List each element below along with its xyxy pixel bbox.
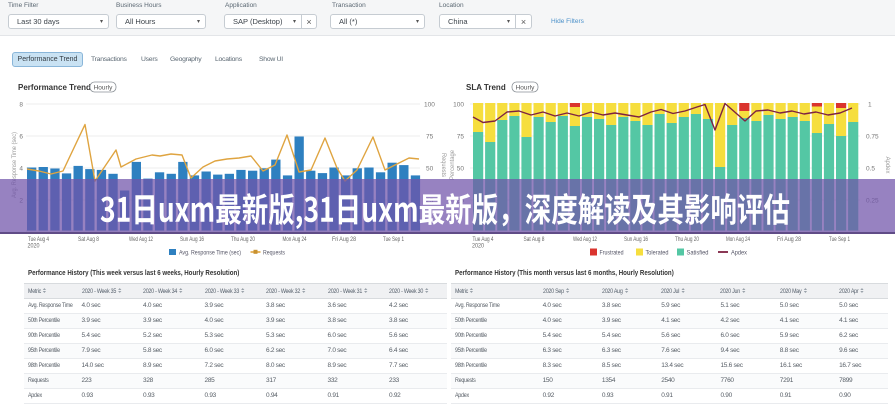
svg-text:75: 75 (457, 134, 465, 141)
svg-text:Hourly: Hourly (516, 85, 536, 92)
svg-text:Sat Aug 8: Sat Aug 8 (78, 236, 99, 243)
svg-text:4: 4 (19, 166, 23, 173)
svg-text:0.75: 0.75 (866, 134, 879, 141)
svg-text:Sat Aug 8: Sat Aug 8 (524, 236, 545, 243)
svg-text:Sun Aug 16: Sun Aug 16 (180, 236, 204, 243)
svg-text:2020: 2020 (472, 243, 484, 250)
svg-text:Requests: Requests (263, 250, 286, 257)
svg-text:Apdex: Apdex (884, 157, 890, 174)
svg-text:6: 6 (19, 134, 23, 141)
svg-text:Sun Aug 16: Sun Aug 16 (624, 236, 648, 243)
svg-text:75: 75 (426, 134, 434, 141)
svg-text:Thu Aug 20: Thu Aug 20 (231, 236, 255, 243)
svg-text:Fri Aug 28: Fri Aug 28 (777, 236, 801, 243)
svg-text:Avg. Response Time (sec): Avg. Response Time (sec) (179, 250, 241, 257)
svg-text:Requests: Requests (440, 153, 446, 177)
svg-text:Thu Aug 20: Thu Aug 20 (675, 236, 699, 243)
svg-text:Performance Trend: Performance Trend (18, 83, 91, 92)
svg-text:Wed Aug 12: Wed Aug 12 (129, 236, 153, 243)
svg-text:Tue Sep 1: Tue Sep 1 (383, 236, 404, 243)
svg-text:50: 50 (426, 166, 434, 173)
svg-text:Tolerated: Tolerated (646, 250, 669, 257)
svg-text:Fri Aug 28: Fri Aug 28 (332, 236, 356, 243)
svg-text:Percentage: Percentage (450, 149, 456, 180)
svg-text:Wed Aug 12: Wed Aug 12 (573, 236, 597, 243)
svg-text:Apdex: Apdex (731, 250, 748, 257)
svg-text:Hourly: Hourly (94, 85, 114, 92)
svg-text:1: 1 (868, 102, 872, 109)
svg-text:Mon Aug 24: Mon Aug 24 (283, 236, 307, 243)
svg-text:100: 100 (424, 102, 435, 109)
svg-text:50: 50 (457, 166, 465, 173)
svg-text:Tue Sep 1: Tue Sep 1 (829, 236, 850, 243)
svg-text:SLA Trend: SLA Trend (466, 83, 506, 92)
svg-text:8: 8 (19, 102, 23, 109)
svg-text:Satisfied: Satisfied (687, 250, 709, 257)
svg-text:0.5: 0.5 (866, 166, 875, 173)
svg-text:Frustrated: Frustrated (600, 250, 624, 257)
svg-text:Mon Aug 24: Mon Aug 24 (726, 236, 750, 243)
svg-text:100: 100 (453, 102, 464, 109)
svg-text:2020: 2020 (28, 243, 40, 250)
